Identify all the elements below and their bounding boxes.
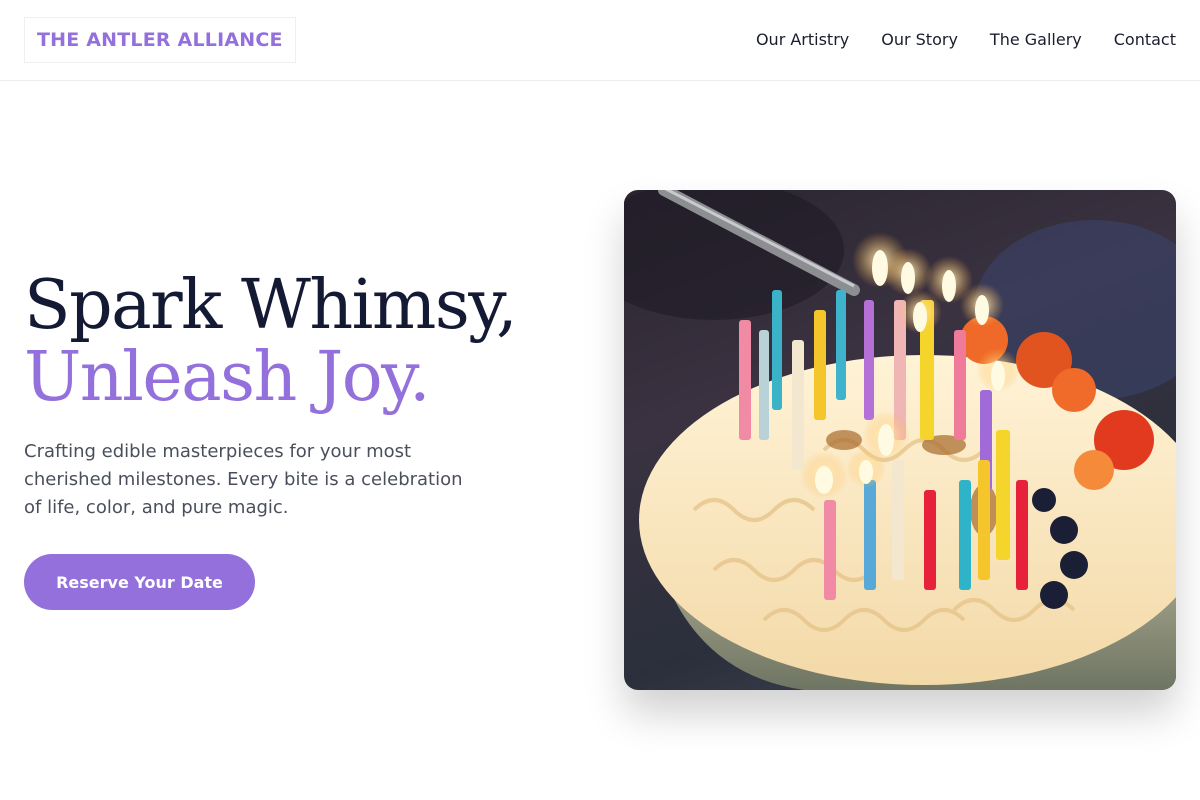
hero-description: Crafting edible masterpieces for your mo… xyxy=(24,441,463,518)
main-nav: Our Artistry Our Story The Gallery Conta… xyxy=(756,32,1176,48)
hero-title: Spark Whimsy, Unleash Joy. xyxy=(24,266,518,417)
nav-item-our-story[interactable]: Our Story xyxy=(881,32,958,48)
hero-cake-image xyxy=(624,190,1176,690)
nav-item-the-gallery[interactable]: The Gallery xyxy=(990,32,1082,48)
nav-item-contact[interactable]: Contact xyxy=(1114,32,1176,48)
cake-illustration xyxy=(624,190,1176,690)
nav-item-our-artistry[interactable]: Our Artistry xyxy=(756,32,849,48)
site-header: THE ANTLER ALLIANCE Our Artistry Our Sto… xyxy=(0,0,1200,81)
hero-title-line-2: Unleash Joy. xyxy=(24,338,431,417)
hero-title-line-1: Spark Whimsy, xyxy=(24,266,518,345)
brand-logo[interactable]: THE ANTLER ALLIANCE xyxy=(24,17,296,63)
reserve-date-button[interactable]: Reserve Your Date xyxy=(24,554,255,610)
